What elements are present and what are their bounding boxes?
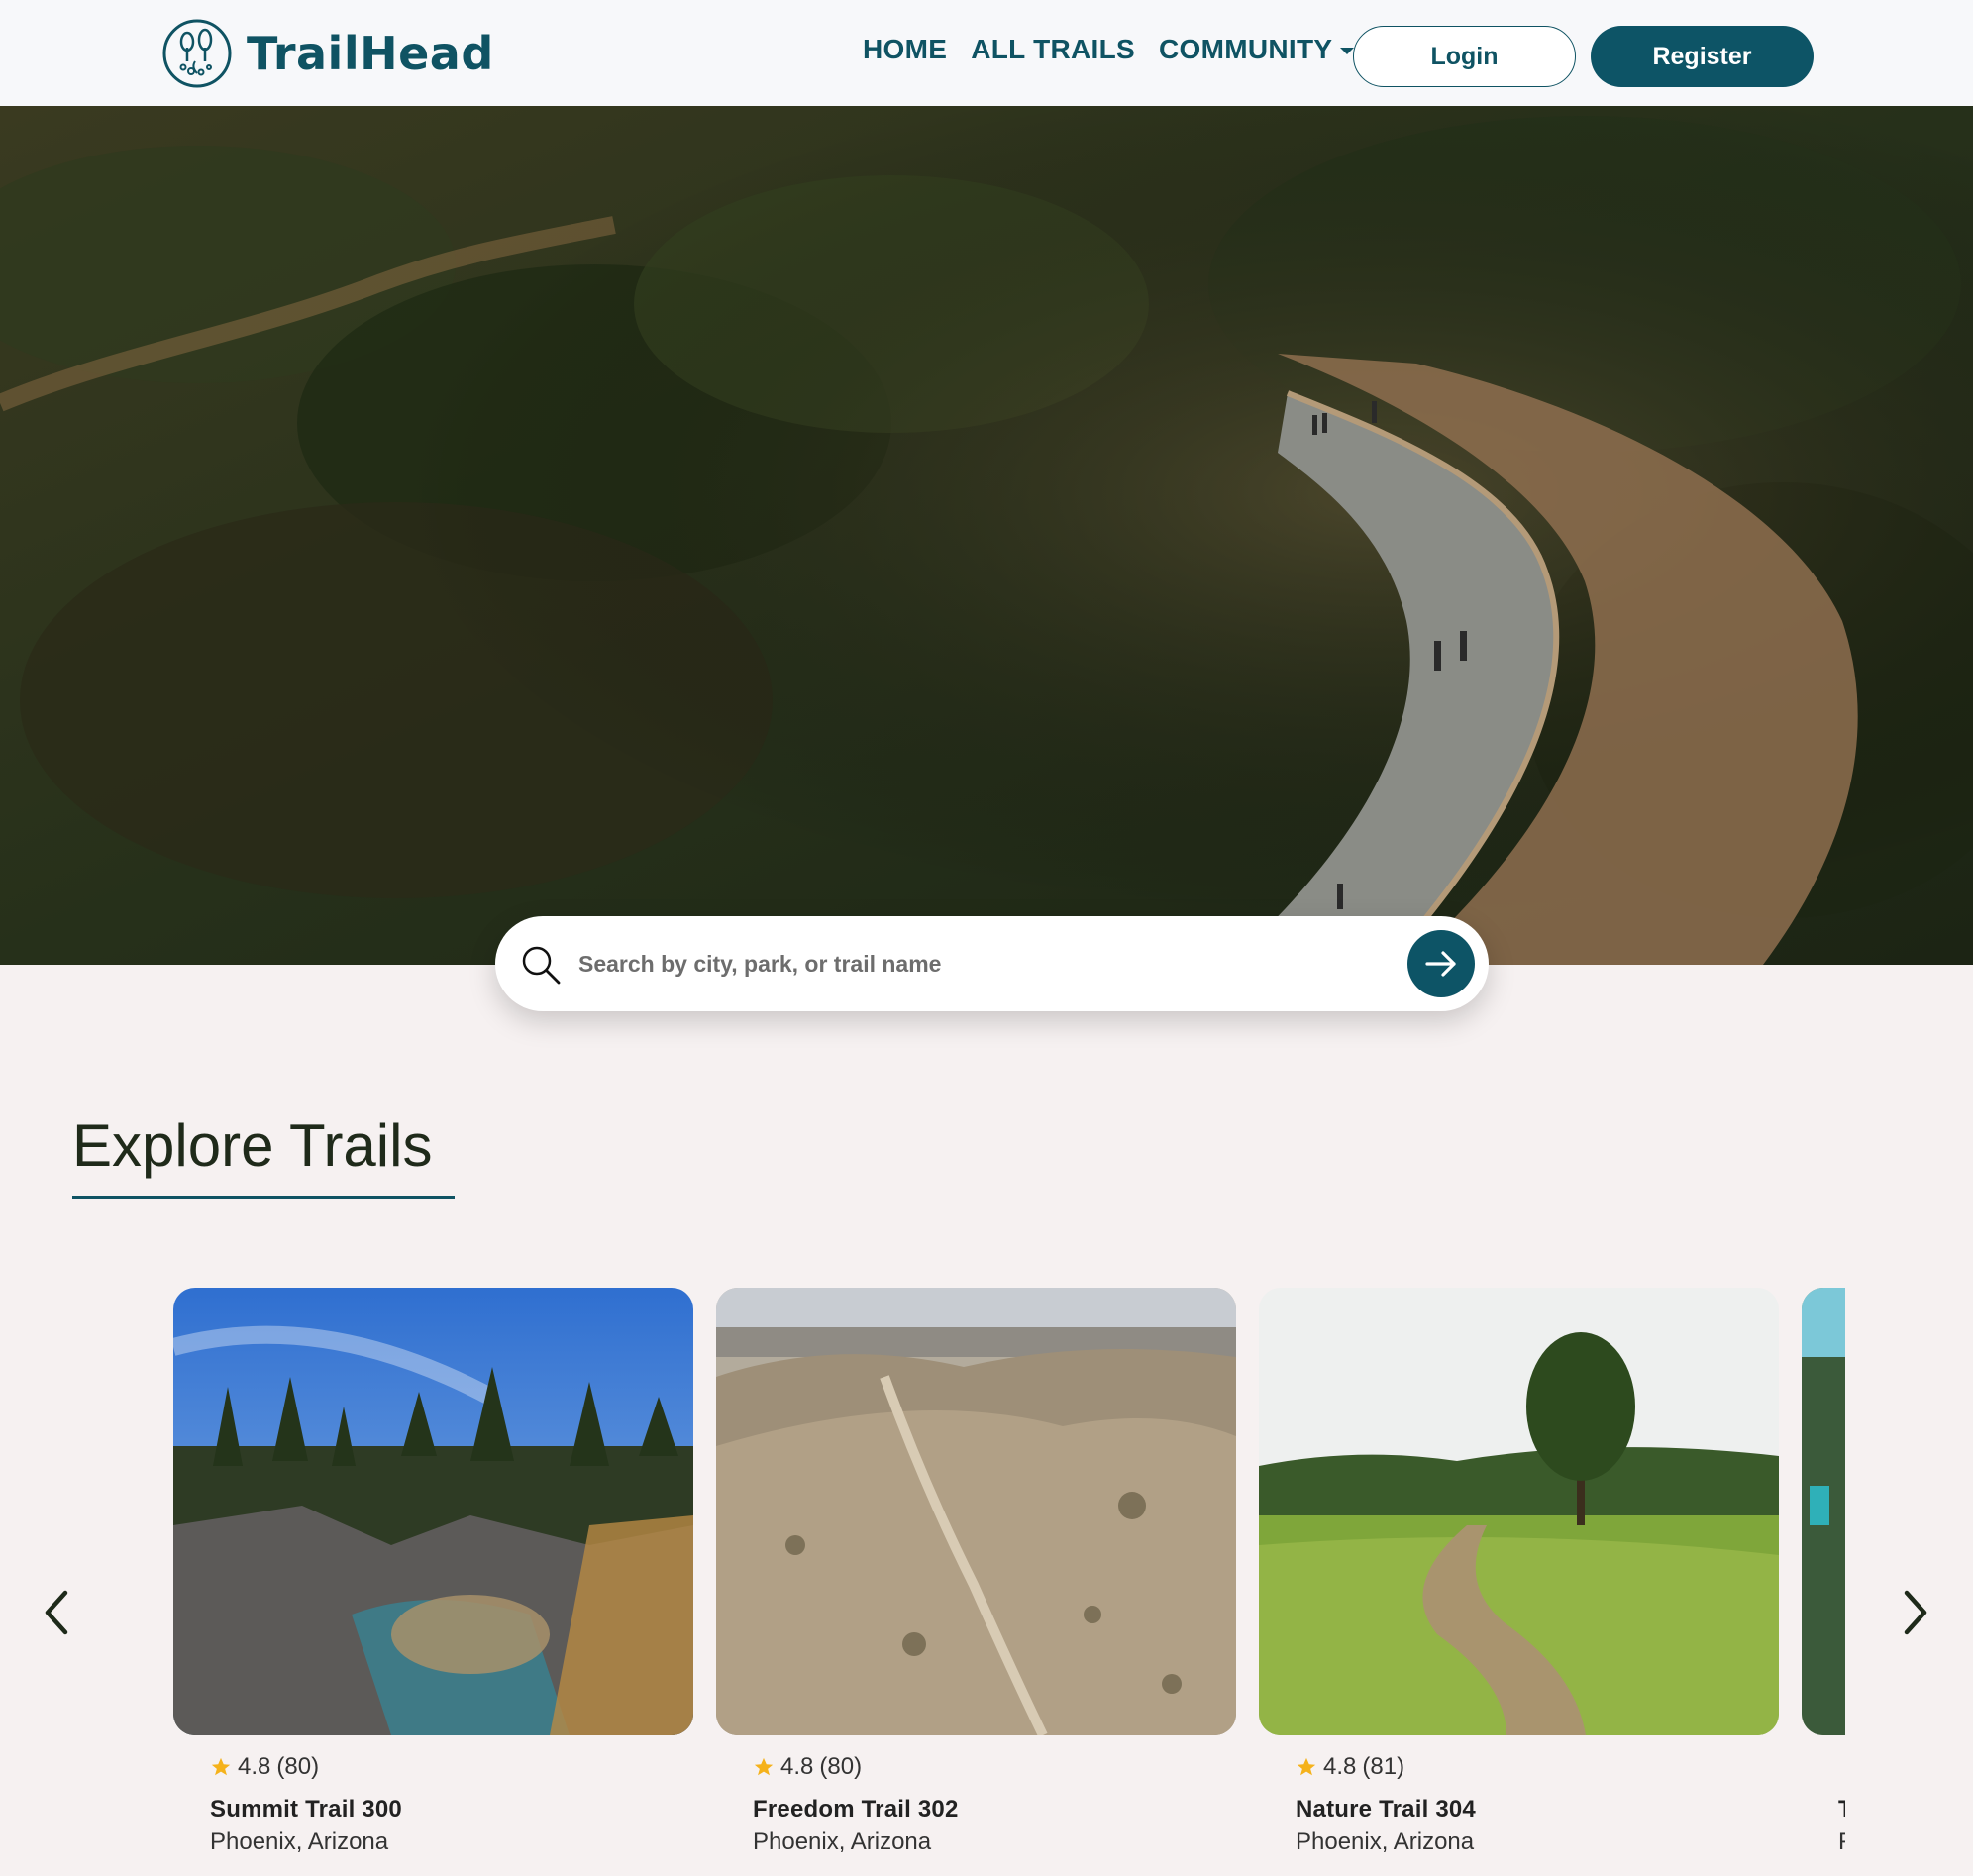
carousel-next-button[interactable] <box>1895 1587 1934 1638</box>
trails-carousel: 4.8 (80) Summit Trail 300 Phoenix, Arizo… <box>173 1288 1845 1876</box>
trail-name[interactable]: Nature Trail 304 <box>1296 1796 1476 1824</box>
trail-card[interactable]: 4.8 (80) Freedom Trail 302 Phoenix, Ariz… <box>716 1288 1236 1855</box>
rating-value: 4.8 <box>780 1753 814 1780</box>
hero-image <box>0 106 1973 965</box>
heading-underline <box>72 1196 455 1199</box>
nav-link-all-trails-label: ALL TRAILS <box>971 34 1136 64</box>
trail-name[interactable]: Freedom Trail 302 <box>753 1796 959 1824</box>
trail-name[interactable]: T <box>1838 1796 1845 1824</box>
trail-card[interactable]: 4.8 (81) Nature Trail 304 Phoenix, Arizo… <box>1259 1288 1779 1855</box>
nav-link-home-label: HOME <box>863 34 948 64</box>
search-input[interactable] <box>578 938 1351 990</box>
meadow-tree-photo <box>1259 1288 1779 1735</box>
trail-card-image <box>716 1288 1236 1735</box>
trailhead-logo-icon <box>162 19 232 88</box>
search-icon <box>522 946 561 985</box>
arrow-right-icon <box>1425 951 1456 977</box>
rating-value: 4.8 <box>238 1753 271 1780</box>
review-count: (80) <box>819 1753 863 1780</box>
chevron-right-icon <box>1904 1590 1927 1635</box>
search-bar <box>495 916 1489 1011</box>
chevron-left-icon <box>45 1590 68 1635</box>
star-icon <box>211 1757 231 1776</box>
forest-photo <box>1802 1288 1845 1735</box>
trail-rating: 4.8 (80) <box>210 1753 319 1781</box>
brand-logo[interactable]: TrailHead <box>161 18 494 89</box>
nav-link-home[interactable]: HOME <box>863 34 947 65</box>
brand-name: TrailHead <box>247 27 494 80</box>
register-button[interactable]: Register <box>1591 26 1814 87</box>
review-count: (81) <box>1362 1753 1405 1780</box>
trail-location: Phoenix, Arizona <box>753 1828 932 1855</box>
trail-rating: 4.8 (80) <box>753 1753 862 1781</box>
trail-card[interactable]: T F <box>1802 1288 1845 1855</box>
explore-trails-heading: Explore Trails <box>72 1112 433 1179</box>
hero-trail-photo <box>0 106 1973 965</box>
trail-card-image <box>1802 1288 1845 1735</box>
trail-name[interactable]: Summit Trail 300 <box>210 1796 402 1824</box>
trail-card[interactable]: 4.8 (80) Summit Trail 300 Phoenix, Arizo… <box>173 1288 693 1855</box>
trail-location: Phoenix, Arizona <box>1296 1828 1475 1855</box>
nav-links: HOME ALL TRAILS COMMUNITY <box>863 34 1355 65</box>
rating-value: 4.8 <box>1323 1753 1357 1780</box>
star-icon <box>1297 1757 1316 1776</box>
login-button[interactable]: Login <box>1353 26 1576 87</box>
search-submit-button[interactable] <box>1407 930 1475 997</box>
desert-hill-photo <box>716 1288 1236 1735</box>
trail-location: F <box>1838 1828 1845 1856</box>
nav-dropdown-community-label: COMMUNITY <box>1159 34 1333 64</box>
trail-card-image <box>173 1288 693 1735</box>
review-count: (80) <box>276 1753 320 1780</box>
trail-rating: 4.8 (81) <box>1296 1753 1404 1781</box>
star-icon <box>754 1757 774 1776</box>
carousel-prev-button[interactable] <box>38 1587 77 1638</box>
top-navbar: TrailHead HOME ALL TRAILS COMMUNITY Logi… <box>0 0 1973 106</box>
nav-dropdown-community[interactable]: COMMUNITY <box>1159 34 1355 65</box>
trail-card-image <box>1259 1288 1779 1735</box>
nav-link-all-trails[interactable]: ALL TRAILS <box>971 34 1135 65</box>
river-canyon-photo <box>173 1288 693 1735</box>
trail-location: Phoenix, Arizona <box>210 1828 389 1855</box>
